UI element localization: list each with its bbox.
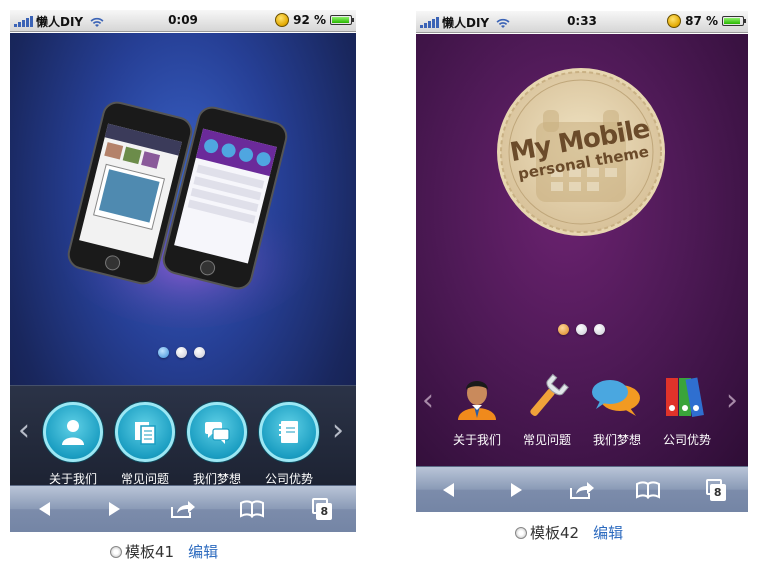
back-button[interactable] — [25, 491, 65, 527]
share-button[interactable] — [163, 491, 203, 527]
tabs-button[interactable]: 8 — [301, 491, 341, 527]
carrier-name: 懒人DIY — [442, 16, 490, 30]
tabs-icon: 8 — [310, 498, 333, 520]
screen: ‹ 关于我们 常见问题 我们梦想 公司优势 › — [10, 33, 356, 487]
menu-item-advantage[interactable]: 公司优势 — [654, 372, 720, 448]
prev-arrow-icon[interactable]: ‹ — [422, 386, 434, 416]
select-radio[interactable] — [515, 526, 527, 539]
battery-percent: 87 % — [685, 14, 718, 28]
status-bar: 懒人DIY 0:09 92 % — [10, 10, 356, 32]
prev-arrow-icon[interactable]: ‹ — [18, 416, 30, 446]
menu-item-label: 关于我们 — [452, 433, 501, 447]
menu-item-about[interactable]: 关于我们 — [444, 372, 510, 448]
banner-slide[interactable]: My Mobile personal theme — [416, 34, 748, 354]
person-icon — [62, 420, 84, 445]
carrier: 懒人DIY — [420, 14, 511, 31]
share-button[interactable] — [562, 472, 602, 508]
back-button[interactable] — [429, 472, 469, 508]
forward-button[interactable] — [94, 491, 134, 527]
template-caption-41: 模板41 编辑 — [110, 541, 218, 562]
menu-item-dream[interactable]: 我们梦想 — [584, 372, 650, 448]
menu-item-about[interactable]: 关于我们 — [42, 402, 104, 487]
theme-preview-42[interactable]: 懒人DIY 0:33 87 % My Mobile personal theme… — [416, 11, 748, 512]
chat-bubbles-icon — [205, 422, 230, 444]
carousel-dot[interactable] — [576, 324, 587, 335]
tabs-button[interactable]: 8 — [695, 472, 735, 508]
bookmarks-button[interactable] — [232, 491, 272, 527]
book-icon — [636, 481, 661, 499]
wrench-icon — [530, 373, 569, 416]
share-icon — [569, 481, 594, 499]
template-name: 模板41 — [125, 543, 175, 561]
menu-item-dream[interactable]: 我们梦想 — [186, 402, 248, 487]
carousel-dots — [558, 324, 605, 335]
wifi-icon — [496, 18, 510, 28]
signal-icon — [420, 17, 439, 28]
menu-item-label: 我们梦想 — [592, 433, 641, 447]
template-name: 模板42 — [530, 524, 580, 542]
battery-icon — [722, 16, 746, 26]
edit-link[interactable]: 编辑 — [593, 522, 623, 543]
menu-bar: ‹ 关于我们 常见问题 我们梦想 公司优势 › — [10, 385, 356, 487]
battery-percent: 92 % — [293, 13, 326, 27]
location-icon — [667, 14, 682, 28]
phones-illustration — [58, 101, 318, 328]
forward-arrow-icon — [108, 502, 120, 516]
select-radio[interactable] — [110, 545, 122, 558]
carousel-dot[interactable] — [594, 324, 605, 335]
binders-icon — [666, 377, 704, 418]
browser-toolbar: 8 — [416, 466, 748, 512]
carousel-dots — [158, 347, 205, 358]
menu-item-advantage[interactable]: 公司优势 — [258, 402, 320, 487]
menu-item-faq[interactable]: 常见问题 — [514, 372, 580, 448]
banner-slide[interactable] — [10, 33, 356, 388]
edit-link[interactable]: 编辑 — [188, 541, 218, 562]
carousel-dot[interactable] — [558, 324, 569, 335]
businessman-icon — [458, 381, 496, 420]
theme-gallery: 懒人DIY 0:09 92 % ‹ 关于我们 常见问题 我们梦想 公司优势 › … — [0, 0, 758, 567]
back-arrow-icon — [38, 502, 50, 516]
browser-toolbar: 8 — [10, 485, 356, 532]
carousel-dot[interactable] — [158, 347, 169, 358]
theme-preview-41[interactable]: 懒人DIY 0:09 92 % ‹ 关于我们 常见问题 我们梦想 公司优势 › … — [10, 10, 356, 532]
back-arrow-icon — [443, 482, 455, 497]
menu-bar: ‹ 关于我们 常见问题 我们梦想 公司优势 › — [416, 372, 748, 466]
menu-item-label: 公司优势 — [662, 433, 711, 447]
bookmarks-button[interactable] — [628, 472, 668, 508]
menu-item-label: 常见问题 — [522, 433, 571, 447]
battery-icon — [330, 15, 354, 25]
wifi-icon — [90, 17, 104, 27]
forward-arrow-icon — [510, 482, 522, 497]
template-caption-42: 模板42 编辑 — [515, 522, 623, 543]
documents-icon — [135, 422, 156, 445]
carousel-dot[interactable] — [194, 347, 205, 358]
forward-button[interactable] — [496, 472, 536, 508]
notebook-icon — [279, 421, 298, 443]
tabs-count: 8 — [316, 503, 333, 520]
share-icon — [170, 501, 195, 518]
tabs-icon: 8 — [704, 478, 726, 501]
next-arrow-icon[interactable]: › — [332, 416, 344, 446]
screen: My Mobile personal theme ‹ 关于我们 常见问题 我们梦… — [416, 34, 748, 466]
menu-item-faq[interactable]: 常见问题 — [114, 402, 176, 487]
book-icon — [240, 500, 265, 518]
next-arrow-icon[interactable]: › — [726, 386, 738, 416]
carrier: 懒人DIY — [14, 13, 105, 30]
carousel-dot[interactable] — [176, 347, 187, 358]
status-bar: 懒人DIY 0:33 87 % — [416, 11, 748, 33]
carrier-name: 懒人DIY — [36, 15, 84, 29]
location-icon — [275, 13, 290, 27]
signal-icon — [14, 16, 33, 27]
tabs-count: 8 — [709, 483, 726, 501]
speech-bubbles-icon — [592, 380, 640, 416]
